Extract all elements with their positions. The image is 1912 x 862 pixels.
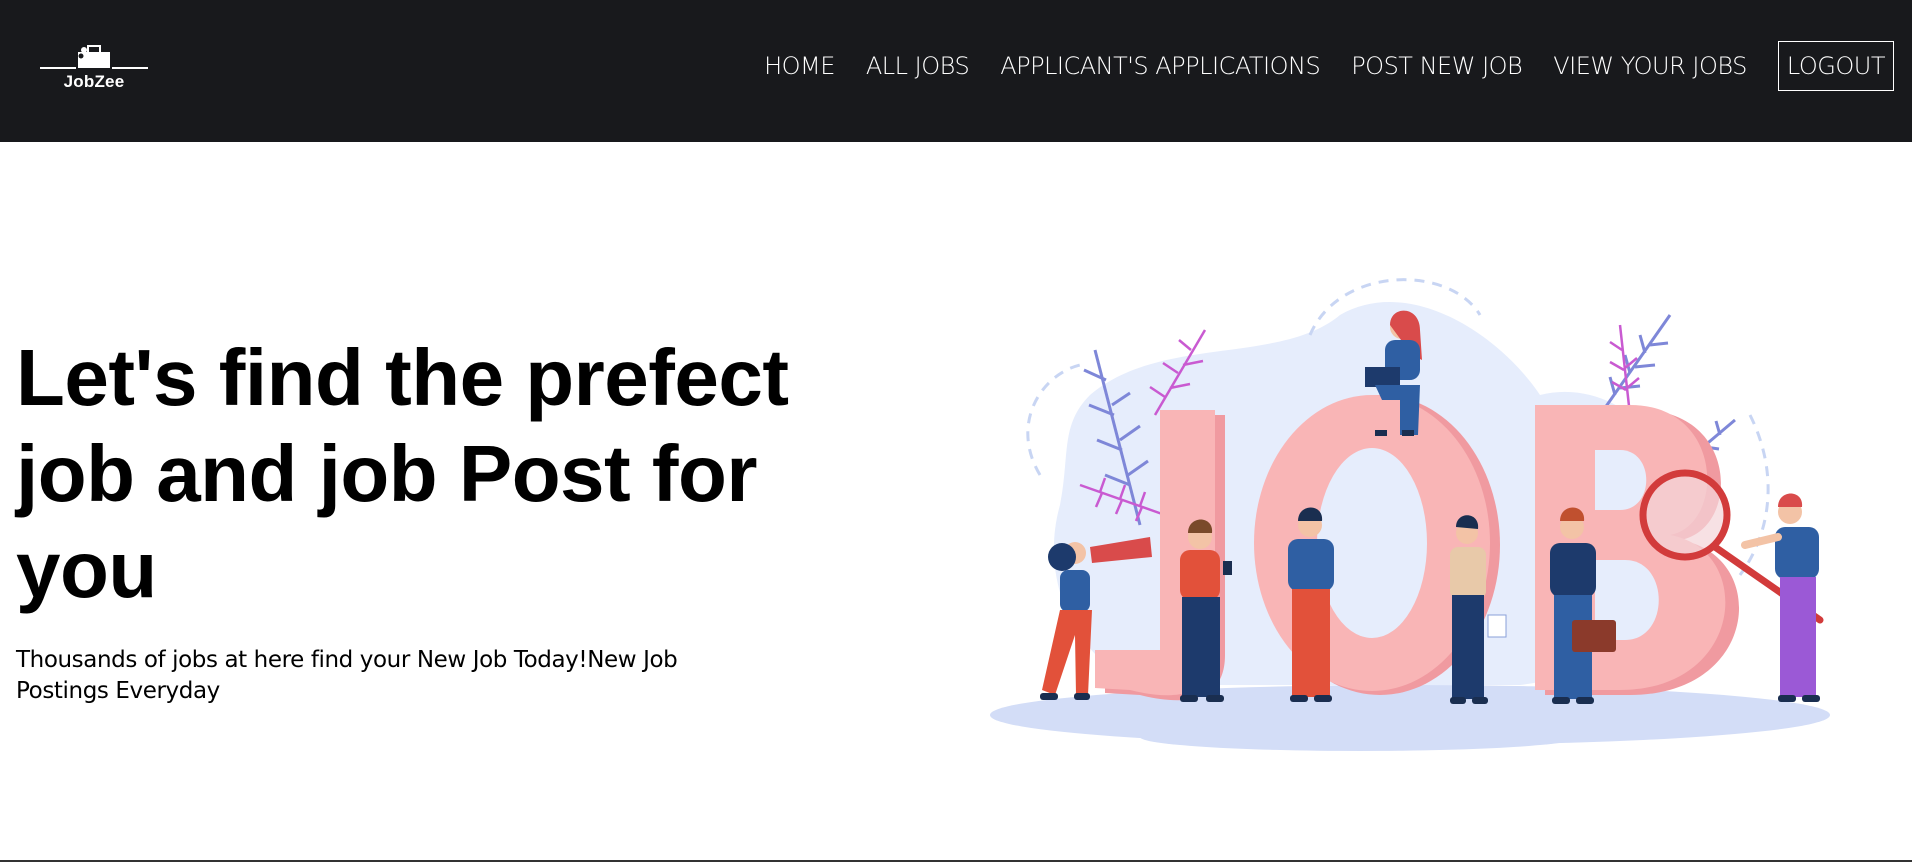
navbar: JobZee HOME ALL JOBS APPLICANT'S APPLICA… xyxy=(0,0,1912,142)
logout-button[interactable]: LOGOUT xyxy=(1777,41,1894,91)
hero-subtitle: Thousands of jobs at here find your New … xyxy=(16,647,678,704)
job-search-people-illustration xyxy=(990,278,1830,751)
nav-all-jobs[interactable]: ALL JOBS xyxy=(866,52,970,80)
briefcase-logo-icon xyxy=(40,45,148,69)
nav-home[interactable]: HOME xyxy=(764,52,835,80)
nav-applicants-applications[interactable]: APPLICANT'S APPLICATIONS xyxy=(1000,52,1321,80)
job-search-illustration xyxy=(980,275,1860,755)
nav-view-your-jobs[interactable]: VIEW YOUR JOBS xyxy=(1553,52,1747,80)
brand-logo[interactable]: JobZee xyxy=(38,38,150,96)
brand-name: JobZee xyxy=(63,72,125,91)
main-nav: HOME ALL JOBS APPLICANT'S APPLICATIONS P… xyxy=(764,41,1894,91)
nav-post-new-job[interactable]: POST NEW JOB xyxy=(1351,52,1523,80)
hero-title: Let's find the prefect job and job Post … xyxy=(16,333,789,614)
